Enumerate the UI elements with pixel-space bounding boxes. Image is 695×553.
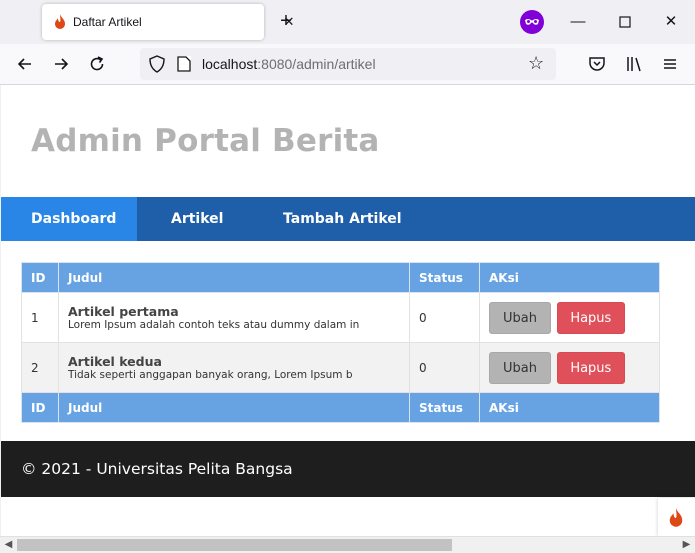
shield-icon[interactable] xyxy=(148,55,166,73)
window-close-icon[interactable]: ✕ xyxy=(659,10,683,34)
footer-text: © 2021 - Universitas Pelita Bangsa xyxy=(21,460,293,478)
nav-item-artikel[interactable]: Artikel xyxy=(137,197,249,241)
column-header-judul: Judul xyxy=(58,262,410,293)
edit-button[interactable]: Ubah xyxy=(489,301,551,334)
reload-icon[interactable] xyxy=(86,53,108,75)
menu-icon[interactable] xyxy=(659,53,681,75)
table-footer-row: ID Judul Status AKsi xyxy=(21,392,660,423)
tab-title: Daftar Artikel xyxy=(73,15,142,29)
cell-actions: Ubah Hapus xyxy=(479,342,660,393)
star-icon[interactable]: ☆ xyxy=(528,53,544,74)
main-nav: Dashboard Artikel Tambah Artikel xyxy=(1,197,695,241)
article-title: Artikel pertama xyxy=(68,303,179,319)
site-header: Admin Portal Berita xyxy=(1,85,695,197)
maximize-icon[interactable] xyxy=(613,10,637,34)
column-header-aksi: AKsi xyxy=(479,262,660,293)
url-bar[interactable]: localhost:8080/admin/artikel ☆ xyxy=(140,48,556,80)
web-page: Admin Portal Berita Dashboard Artikel Ta… xyxy=(1,85,695,536)
article-title: Artikel kedua xyxy=(68,353,162,369)
edit-button[interactable]: Ubah xyxy=(489,351,551,384)
cell-id: 2 xyxy=(21,342,59,393)
plus-icon[interactable]: + xyxy=(276,11,296,31)
cell-status: 0 xyxy=(409,342,480,393)
privacy-mask-icon[interactable] xyxy=(520,10,544,34)
cell-actions: Ubah Hapus xyxy=(479,292,660,343)
horizontal-scrollbar[interactable]: ◀ ▶ xyxy=(0,536,695,553)
delete-button[interactable]: Hapus xyxy=(556,301,625,334)
browser-tab[interactable]: Daftar Artikel ✕ xyxy=(42,4,294,40)
browser-toolbar: localhost:8080/admin/artikel ☆ xyxy=(0,44,695,85)
column-header-id: ID xyxy=(21,262,59,293)
page-icon xyxy=(177,56,191,72)
cell-judul: Artikel pertama Lorem Ipsum adalah conto… xyxy=(58,292,410,343)
site-title: Admin Portal Berita xyxy=(31,123,380,159)
flame-icon xyxy=(669,508,683,527)
library-icon[interactable] xyxy=(623,53,645,75)
article-excerpt: Lorem Ipsum adalah contoh teks atau dumm… xyxy=(68,318,360,331)
url-path: :8080/admin/artikel xyxy=(257,56,376,72)
scroll-left-icon[interactable]: ◀ xyxy=(0,537,17,553)
column-footer-status: Status xyxy=(409,392,480,423)
site-footer: © 2021 - Universitas Pelita Bangsa xyxy=(1,441,695,497)
delete-button[interactable]: Hapus xyxy=(556,351,625,384)
debug-toolbar-toggle[interactable] xyxy=(658,498,695,536)
scrollbar-thumb[interactable] xyxy=(17,539,452,551)
column-footer-aksi: AKsi xyxy=(479,392,660,423)
browser-tab-strip: Daftar Artikel ✕ + — ✕ xyxy=(0,0,695,44)
column-footer-id: ID xyxy=(21,392,59,423)
main-content: ID Judul Status AKsi 1 Artikel pertama L… xyxy=(1,241,695,423)
articles-table: ID Judul Status AKsi 1 Artikel pertama L… xyxy=(21,262,660,423)
forward-arrow-icon[interactable] xyxy=(50,53,72,75)
scroll-right-icon[interactable]: ▶ xyxy=(678,537,695,553)
flame-icon xyxy=(55,14,65,29)
article-excerpt: Tidak seperti anggapan banyak orang, Lor… xyxy=(68,368,353,381)
nav-item-tambah-artikel[interactable]: Tambah Artikel xyxy=(249,197,402,241)
minimize-icon[interactable]: — xyxy=(566,10,590,34)
back-arrow-icon[interactable] xyxy=(14,53,36,75)
nav-item-dashboard[interactable]: Dashboard xyxy=(1,197,137,241)
url-text: localhost:8080/admin/artikel xyxy=(202,56,376,72)
column-footer-judul: Judul xyxy=(58,392,410,423)
column-header-status: Status xyxy=(409,262,480,293)
table-row: 1 Artikel pertama Lorem Ipsum adalah con… xyxy=(21,292,660,343)
cell-judul: Artikel kedua Tidak seperti anggapan ban… xyxy=(58,342,410,393)
cell-id: 1 xyxy=(21,292,59,343)
table-row: 2 Artikel kedua Tidak seperti anggapan b… xyxy=(21,342,660,393)
pocket-icon[interactable] xyxy=(586,53,608,75)
table-header-row: ID Judul Status AKsi xyxy=(21,262,660,293)
url-host: localhost xyxy=(202,56,258,72)
cell-status: 0 xyxy=(409,292,480,343)
